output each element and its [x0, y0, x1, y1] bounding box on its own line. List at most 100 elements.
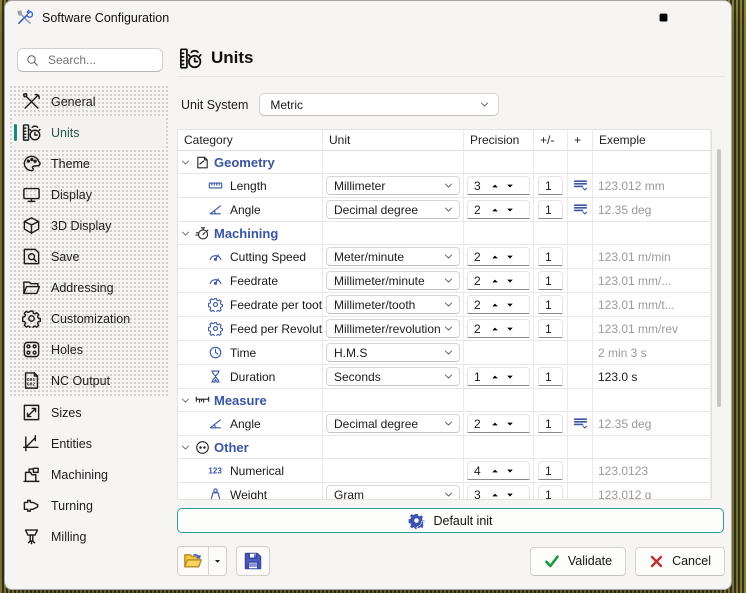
sidebar-item-machining[interactable]: Machining: [13, 459, 165, 490]
save-file-button[interactable]: [236, 546, 270, 576]
minimize-button[interactable]: [596, 1, 641, 34]
unit-select[interactable]: H.M.S: [326, 343, 460, 362]
expander-chevron-icon[interactable]: [180, 442, 191, 453]
search-box[interactable]: [17, 48, 163, 72]
spin-down-button[interactable]: [502, 369, 517, 385]
unit-select[interactable]: Millimeter/tooth: [326, 295, 460, 314]
precision-spinner[interactable]: 2: [467, 200, 530, 219]
unit-select[interactable]: Millimeter/minute: [326, 271, 460, 290]
spin-up-button[interactable]: [487, 487, 502, 501]
increment-input[interactable]: 1: [538, 414, 563, 433]
nc-output-icon: G01G02: [22, 371, 41, 390]
increment-input[interactable]: 1: [538, 176, 563, 195]
increment-input[interactable]: 1: [538, 319, 563, 338]
spin-up-button[interactable]: [487, 369, 502, 385]
spin-up-button[interactable]: [487, 416, 502, 432]
sidebar-item-label: Machining: [51, 468, 108, 482]
open-file-button[interactable]: [178, 547, 208, 575]
category-label: Weight: [230, 488, 267, 501]
increment-input[interactable]: 1: [538, 271, 563, 290]
spin-down-button[interactable]: [502, 297, 517, 313]
unit-system-select[interactable]: Metric: [259, 93, 499, 116]
scrollbar-thumb[interactable]: [717, 149, 721, 407]
unit-select[interactable]: Gram: [326, 485, 460, 500]
spin-up-button[interactable]: [487, 202, 502, 218]
expander-chevron-icon[interactable]: [180, 157, 191, 168]
increment-input[interactable]: 1: [538, 247, 563, 266]
unit-select[interactable]: Millimeter: [326, 176, 460, 195]
sidebar-item-holes[interactable]: Holes: [13, 334, 165, 365]
open-file-split-button[interactable]: [177, 546, 227, 576]
sidebar-item-sizes[interactable]: Sizes: [13, 397, 165, 428]
maximize-button[interactable]: [641, 1, 686, 34]
close-button[interactable]: [686, 1, 731, 34]
unit-select[interactable]: Meter/minute: [326, 247, 460, 266]
spin-up-button[interactable]: [487, 273, 502, 289]
spin-down-button[interactable]: [502, 249, 517, 265]
unit-select[interactable]: Seconds: [326, 367, 460, 386]
increment-input[interactable]: 1: [538, 200, 563, 219]
unit-select[interactable]: Millimeter/revolution: [326, 319, 460, 338]
precision-spinner[interactable]: 2: [467, 247, 530, 266]
spin-down-button[interactable]: [502, 463, 517, 479]
precision-spinner[interactable]: 1: [467, 367, 530, 386]
spin-down-button[interactable]: [502, 321, 517, 337]
expander-chevron-icon[interactable]: [180, 228, 191, 239]
monitor-icon: [22, 185, 41, 204]
spin-down-button[interactable]: [502, 202, 517, 218]
sidebar-item-save[interactable]: Save: [13, 241, 165, 272]
default-init-button[interactable]: Default init: [177, 508, 724, 533]
search-input[interactable]: [46, 52, 154, 68]
format-lines-icon[interactable]: [573, 202, 588, 217]
chevron-down-icon: [443, 489, 454, 500]
sidebar-item-milling[interactable]: Milling: [13, 521, 165, 552]
sidebar-item-units[interactable]: Units: [13, 117, 165, 148]
spin-down-button[interactable]: [502, 416, 517, 432]
increment-input[interactable]: 1: [538, 295, 563, 314]
precision-spinner[interactable]: 4: [467, 461, 530, 480]
gear-refresh-icon: [408, 512, 425, 529]
sidebar-item-customization[interactable]: Customization: [13, 303, 165, 334]
precision-spinner[interactable]: 2: [467, 414, 530, 433]
unit-select[interactable]: Decimal degree: [326, 200, 460, 219]
spin-up-button[interactable]: [487, 178, 502, 194]
unit-select[interactable]: Decimal degree: [326, 414, 460, 433]
spin-down-button[interactable]: [502, 273, 517, 289]
validate-button[interactable]: Validate: [530, 547, 626, 576]
table-scrollbar[interactable]: [712, 129, 725, 500]
sidebar-item-addressing[interactable]: Addressing: [13, 272, 165, 303]
example-value: 123.01 mm/rev: [593, 322, 678, 336]
cube-3d-icon: [22, 216, 41, 235]
increment-input[interactable]: 1: [538, 461, 563, 480]
sidebar-item-general[interactable]: General: [13, 86, 165, 117]
spin-up-button[interactable]: [487, 297, 502, 313]
open-file-dropdown[interactable]: [209, 547, 226, 575]
spin-up-button[interactable]: [487, 321, 502, 337]
increment-input[interactable]: 1: [538, 485, 563, 500]
cancel-button[interactable]: Cancel: [635, 547, 725, 576]
format-lines-icon[interactable]: [573, 178, 588, 193]
spin-up-button[interactable]: [487, 249, 502, 265]
window-titlebar: Software Configuration: [5, 1, 731, 34]
sidebar-item-display[interactable]: Display: [13, 179, 165, 210]
sidebar-item-turning[interactable]: Turning: [13, 490, 165, 521]
category-cell-angle: Angle: [178, 412, 323, 436]
spin-down-button[interactable]: [502, 178, 517, 194]
sidebar-item-3d-display[interactable]: 3D Display: [13, 210, 165, 241]
spin-down-button[interactable]: [502, 487, 517, 501]
format-lines-icon[interactable]: [573, 416, 588, 431]
sidebar-item-theme[interactable]: Theme: [13, 148, 165, 179]
sidebar-item-nc-output[interactable]: G01G02NC Output: [13, 365, 165, 396]
precision-spinner[interactable]: 2: [467, 319, 530, 338]
precision-value: 2: [474, 274, 487, 288]
sidebar-item-entities[interactable]: Entities: [13, 428, 165, 459]
spin-up-button[interactable]: [487, 463, 502, 479]
precision-spinner[interactable]: 2: [467, 271, 530, 290]
increment-input[interactable]: 1: [538, 367, 563, 386]
precision-spinner[interactable]: 2: [467, 295, 530, 314]
category-cell-length: Length: [178, 174, 323, 198]
expander-chevron-icon[interactable]: [180, 395, 191, 406]
angle-icon: [208, 202, 223, 217]
precision-spinner[interactable]: 3: [467, 176, 530, 195]
precision-spinner[interactable]: 3: [467, 485, 530, 500]
